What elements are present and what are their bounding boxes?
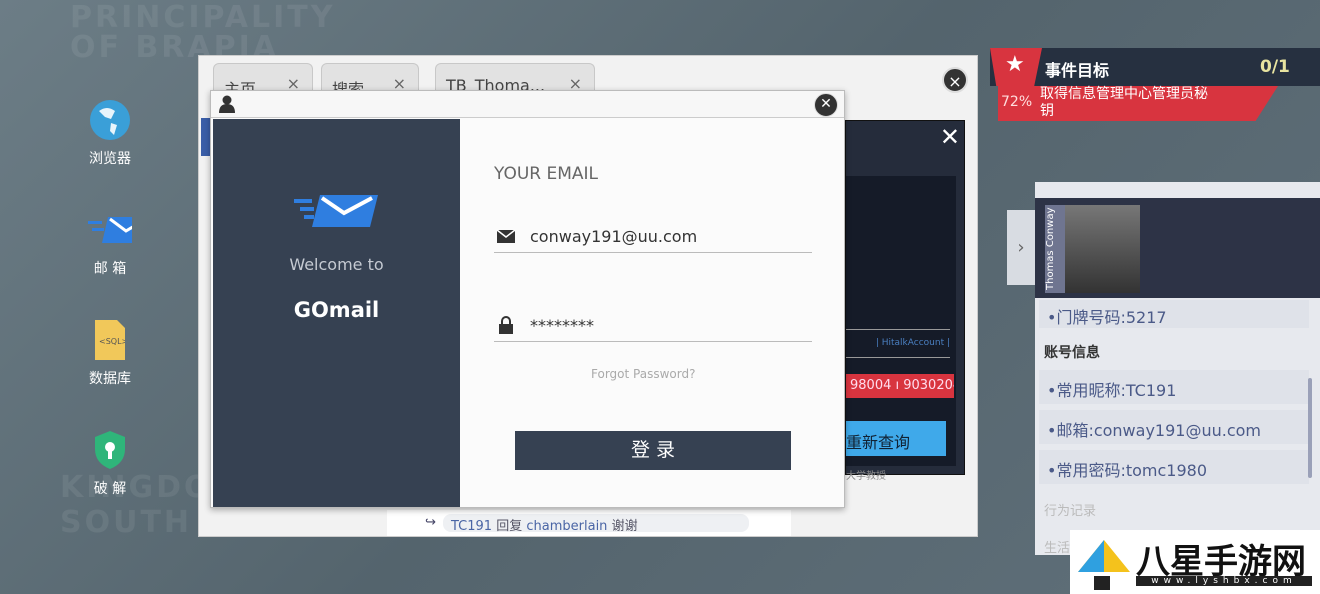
close-icon[interactable]: ✕ [940, 123, 960, 151]
reply-bar: ↪ TC191 回复 chamberlain 谢谢 [387, 510, 791, 536]
gomail-logo-icon [293, 195, 378, 227]
reply-action: 回复 [496, 519, 523, 534]
profile-name: Thomas Conway [1045, 205, 1065, 293]
reply-line: ↪ TC191 回复 chamberlain 谢谢 [425, 514, 749, 534]
divider [846, 329, 950, 330]
list-item: •邮箱:conway191@uu.com [1039, 410, 1309, 444]
scrollbar[interactable] [1308, 378, 1312, 478]
desktop-database[interactable]: <SQL> 数据库 [75, 318, 145, 388]
requery-button[interactable]: 重新查询 [846, 421, 946, 456]
column-label: | HitalkAccount | [875, 338, 950, 348]
desktop-label: 数据库 [89, 371, 131, 387]
desktop-browser[interactable]: 浏览器 [75, 98, 145, 168]
watermark-house-icon [1078, 540, 1130, 590]
login-close-button[interactable]: ✕ [814, 93, 838, 117]
browser-close-button[interactable]: × [942, 67, 968, 93]
lock-icon [499, 316, 513, 334]
divider [846, 357, 950, 358]
desktop-crack[interactable]: 破 解 [75, 428, 145, 498]
mail-icon [88, 208, 132, 252]
query-dialog: ✕ | HitalkAccount | 98004 ı 9030204 重新查询… [845, 120, 965, 482]
shield-key-icon [88, 428, 132, 472]
brand-panel: Welcome to GOmail [213, 119, 460, 507]
desktop-label: 破 解 [93, 481, 127, 497]
goal-progress: 72% [1001, 94, 1033, 110]
section-title: 行为记录 [1044, 504, 1097, 519]
list-item: •常用昵称:TC191 [1039, 370, 1309, 404]
globe-icon [88, 98, 132, 142]
star-icon: ★ [1005, 52, 1025, 77]
section-title: 账号信息 [1044, 345, 1100, 361]
watermark-url: www.lyshbx.com [1136, 576, 1312, 586]
email-value: conway191@uu.com [530, 227, 698, 246]
reply-target[interactable]: chamberlain [526, 519, 607, 534]
gomail-login-dialog: ✕ Welcome to GOmail YOUR EMAIL conway191… [210, 90, 845, 508]
email-label: YOUR EMAIL [494, 164, 599, 184]
welcome-text: Welcome to [289, 255, 384, 274]
desktop-mail[interactable]: 邮 箱 [75, 208, 145, 278]
caption: 大学教授 [846, 471, 886, 482]
reply-arrow-icon: ↪ [425, 515, 436, 530]
reply-text: 谢谢 [611, 519, 638, 534]
app-name: GOmail [293, 298, 380, 322]
forgot-password-link[interactable]: Forgot Password? [591, 367, 695, 381]
profile-panel: Thomas Conway •门牌号码:5217 账号信息 •常用昵称:TC19… [1035, 182, 1320, 556]
password-field[interactable]: ******** [494, 308, 812, 342]
svg-text:<SQL>: <SQL> [99, 337, 125, 346]
section-title: 生活 [1044, 541, 1071, 556]
panel-toggle-button[interactable]: › [1007, 210, 1035, 285]
sql-file-icon: <SQL> [88, 318, 132, 362]
dialog-header [211, 91, 844, 118]
desktop-label: 浏览器 [89, 151, 131, 167]
desktop-label: 邮 箱 [93, 261, 127, 277]
account-values: 98004 ı 9030204 [846, 374, 954, 398]
list-item: •门牌号码:5217 [1039, 300, 1309, 328]
query-panel: | HitalkAccount | 98004 ı 9030204 重新查询 [846, 176, 956, 466]
watermark-logo: 八星手游网 www.lyshbx.com [1070, 530, 1320, 594]
profile-header: Thomas Conway [1035, 198, 1320, 298]
envelope-icon [496, 229, 516, 243]
event-objective-panel: ★ 事件目标 0/1 72% 取得信息管理中心管理员秘钥 [990, 48, 1320, 122]
password-value: ******** [530, 316, 594, 335]
event-count: 0/1 [1260, 57, 1290, 77]
user-icon [219, 95, 235, 113]
event-title: 事件目标 [1045, 61, 1110, 80]
email-field[interactable]: conway191@uu.com [494, 219, 812, 253]
map-label: SOUTH [60, 505, 193, 540]
login-button[interactable]: 登 录 [515, 431, 791, 470]
list-item: •常用密码:tomc1980 [1039, 450, 1309, 484]
goal-text: 取得信息管理中心管理员秘钥 [1040, 86, 1208, 119]
reply-user[interactable]: TC191 [451, 519, 492, 534]
